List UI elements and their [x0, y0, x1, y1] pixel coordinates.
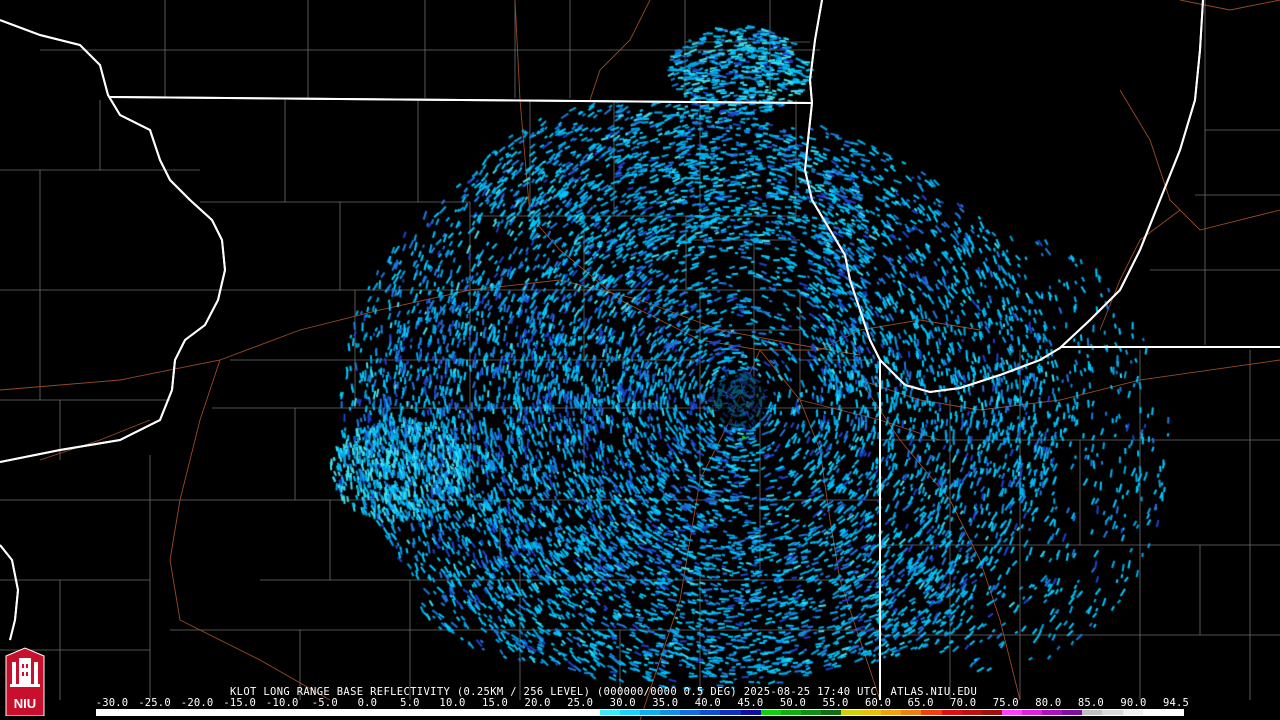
colorbar-swatch: [861, 710, 882, 715]
colorbar-swatch: [197, 710, 218, 715]
colorbar-swatch: [660, 710, 681, 715]
colorbar-label: 55.0: [822, 697, 849, 709]
colorbar-swatch: [97, 710, 118, 715]
colorbar-label: 10.0: [439, 697, 466, 709]
colorbar-label: -15.0: [223, 697, 256, 709]
colorbar-label: 50.0: [779, 697, 806, 709]
colorbar-swatch: [418, 710, 439, 715]
colorbar-swatch: [277, 710, 299, 715]
colorbar-label: 15.0: [481, 697, 509, 709]
colorbar-label: 94.5: [1162, 697, 1190, 709]
colorbar-swatch: [820, 710, 842, 715]
colorbar-swatch: [1082, 710, 1103, 715]
colorbar-swatch: [157, 710, 178, 715]
colorbar-label: 60.0: [865, 697, 892, 709]
colorbar-swatch: [1102, 710, 1123, 715]
colorbar-swatch: [1162, 710, 1183, 715]
colorbar-swatch: [358, 710, 379, 715]
colorbar-label: 0.0: [357, 697, 378, 709]
colorbar: [96, 709, 1184, 716]
colorbar-swatch: [378, 710, 399, 715]
colorbar-swatch: [700, 710, 721, 715]
colorbar-swatch: [519, 710, 540, 715]
colorbar-swatch: [137, 710, 158, 715]
colorbar-swatch: [257, 710, 278, 715]
colorbar-swatch: [841, 710, 862, 715]
colorbar-swatch: [680, 710, 701, 715]
colorbar-swatch: [760, 710, 781, 715]
colorbar-swatch: [177, 710, 198, 715]
colorbar-swatch: [318, 710, 339, 715]
colorbar-swatch: [901, 710, 922, 715]
colorbar-swatch: [479, 710, 500, 715]
colorbar-swatch: [740, 710, 761, 715]
colorbar-label: 35.0: [652, 697, 679, 709]
colorbar-label: 30.0: [609, 697, 636, 709]
colorbar-swatch: [639, 710, 661, 715]
colorbar-label: -20.0: [180, 697, 214, 709]
colorbar-label: 25.0: [567, 697, 594, 709]
colorbar-swatch: [237, 710, 258, 715]
colorbar-swatch: [1042, 710, 1063, 715]
colorbar-label: 90.0: [1120, 697, 1147, 709]
colorbar-label: 80.0: [1035, 697, 1062, 709]
colorbar-swatch: [438, 710, 459, 715]
colorbar-swatch: [539, 710, 560, 715]
colorbar-swatch: [881, 710, 902, 715]
colorbar-label: 40.0: [694, 697, 721, 709]
colorbar-swatch: [961, 710, 982, 715]
colorbar-label: 85.0: [1077, 697, 1104, 709]
colorbar-swatch: [338, 710, 359, 715]
colorbar-swatch: [579, 710, 600, 715]
colorbar-label: -30.0: [95, 697, 129, 709]
colorbar-label: -25.0: [138, 697, 171, 709]
colorbar-label: 65.0: [907, 697, 934, 709]
colorbar-swatch: [1062, 710, 1083, 715]
colorbar-swatch: [981, 710, 1002, 715]
colorbar-label: -5.0: [311, 697, 338, 709]
colorbar-swatch: [1001, 710, 1023, 715]
colorbar-swatch: [398, 710, 419, 715]
radar-reflectivity-layer: [0, 0, 1280, 720]
colorbar-label: 75.0: [992, 697, 1019, 709]
colorbar-label: 45.0: [737, 697, 764, 709]
colorbar-label: 5.0: [400, 697, 420, 709]
colorbar-swatch: [1122, 710, 1143, 715]
colorbar-swatch: [921, 710, 942, 715]
colorbar-swatch: [298, 710, 319, 715]
colorbar-labels: -30.0 -25.0 -20.0 -15.0 -10.0 -5.0 0.0 5.0 10.0 1…: [0, 697, 1280, 709]
colorbar-swatch: [780, 710, 801, 715]
colorbar-swatch: [599, 710, 620, 715]
colorbar-label: 20.0: [524, 697, 551, 709]
colorbar-swatch: [1142, 710, 1163, 715]
colorbar-swatch: [458, 710, 480, 715]
colorbar-swatch: [800, 710, 821, 715]
colorbar-swatch: [941, 710, 962, 715]
colorbar-swatch: [720, 710, 741, 715]
colorbar-swatch: [217, 710, 238, 715]
colorbar-swatch: [1022, 710, 1043, 715]
colorbar-swatch: [559, 710, 580, 715]
colorbar-label: 70.0: [950, 697, 977, 709]
colorbar-swatch: [619, 710, 640, 715]
colorbar-swatch: [499, 710, 520, 715]
colorbar-label: -10.0: [265, 697, 299, 709]
colorbar-swatch: [117, 710, 138, 715]
